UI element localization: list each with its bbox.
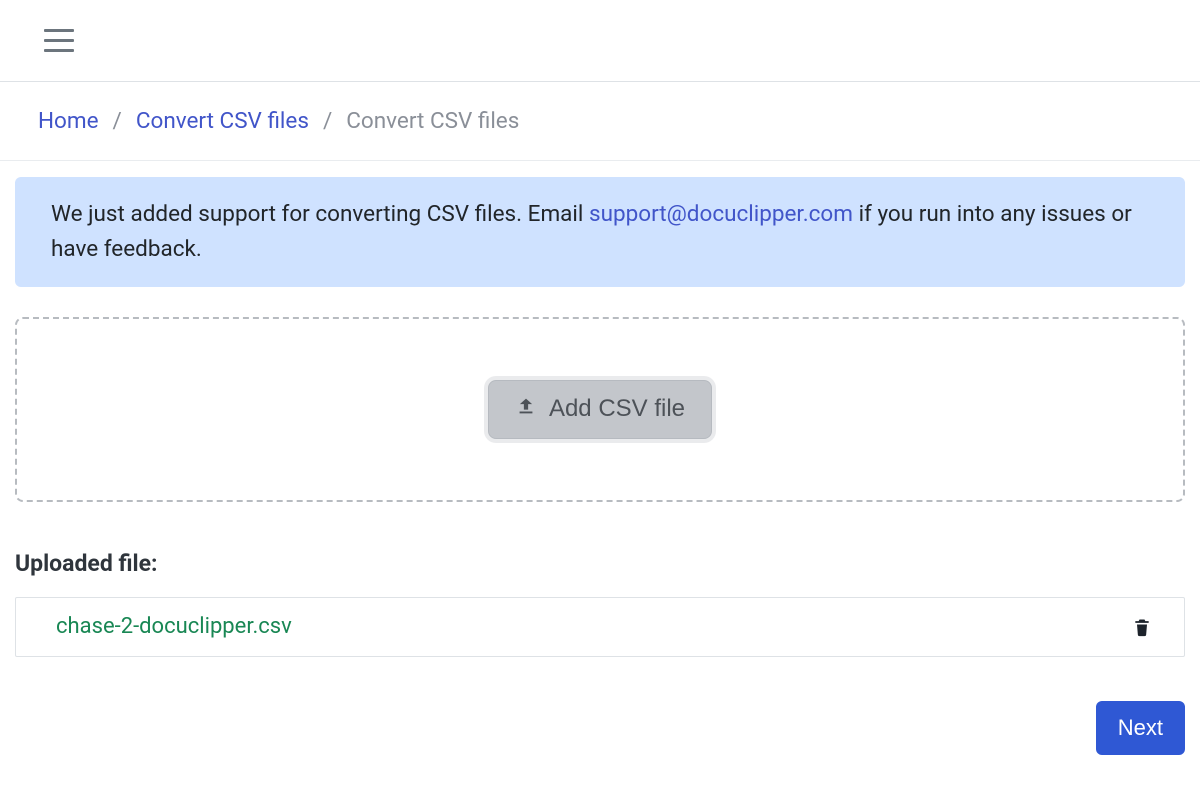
uploaded-file-row: chase-2-docuclipper.csv bbox=[15, 597, 1185, 657]
add-file-button-label: Add CSV file bbox=[549, 395, 685, 423]
breadcrumb-separator: / bbox=[323, 108, 332, 134]
breadcrumb: Home / Convert CSV files / Convert CSV f… bbox=[38, 108, 1162, 134]
hamburger-line bbox=[44, 29, 74, 32]
main-content: We just added support for converting CSV… bbox=[0, 161, 1200, 755]
hamburger-line bbox=[44, 49, 74, 52]
alert-text-before: We just added support for converting CSV… bbox=[51, 201, 589, 227]
uploaded-heading: Uploaded file: bbox=[15, 550, 1185, 577]
hamburger-line bbox=[44, 39, 74, 42]
next-button[interactable]: Next bbox=[1096, 701, 1185, 755]
trash-icon bbox=[1132, 615, 1152, 639]
uploaded-file-name: chase-2-docuclipper.csv bbox=[56, 614, 292, 639]
breadcrumb-current: Convert CSV files bbox=[346, 108, 519, 134]
info-alert: We just added support for converting CSV… bbox=[15, 177, 1185, 287]
support-email-link[interactable]: support@docuclipper.com bbox=[589, 201, 853, 227]
delete-file-button[interactable] bbox=[1130, 614, 1154, 640]
breadcrumb-separator: / bbox=[113, 108, 122, 134]
footer-actions: Next bbox=[15, 701, 1185, 755]
navbar bbox=[0, 0, 1200, 82]
menu-toggle-button[interactable] bbox=[38, 23, 80, 59]
breadcrumb-link-home[interactable]: Home bbox=[38, 108, 99, 134]
breadcrumb-link-convert-csv[interactable]: Convert CSV files bbox=[136, 108, 309, 134]
upload-icon bbox=[515, 395, 537, 424]
breadcrumb-bar: Home / Convert CSV files / Convert CSV f… bbox=[0, 82, 1200, 161]
file-dropzone[interactable]: Add CSV file bbox=[15, 317, 1185, 502]
add-file-button[interactable]: Add CSV file bbox=[488, 380, 712, 439]
